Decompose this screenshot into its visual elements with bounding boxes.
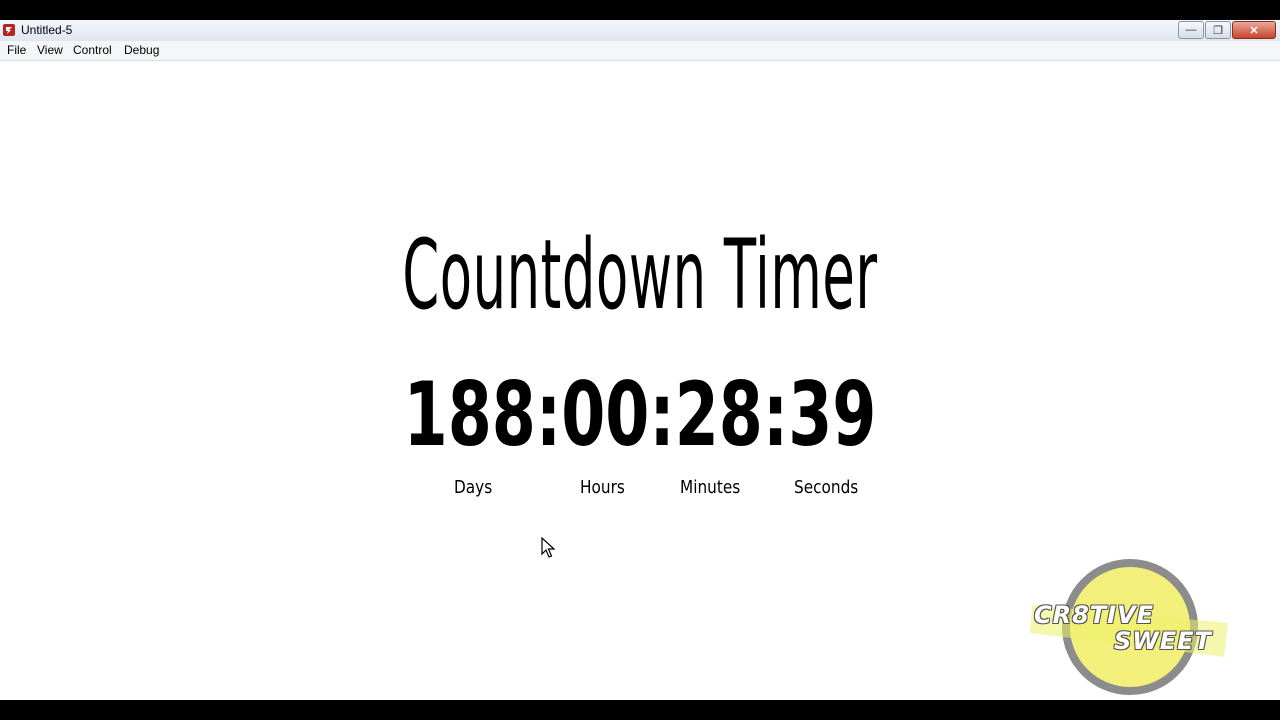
unit-days-label: Days — [454, 477, 493, 498]
minimize-icon: — — [1185, 24, 1197, 36]
bottom-strip — [0, 700, 1280, 720]
logo-text-line2: SWEET — [1114, 627, 1212, 655]
menu-bar: File View Control Debug — [0, 41, 1280, 61]
unit-seconds-label: Seconds — [794, 477, 859, 498]
logo-text-line1: CR8TIVE — [1034, 601, 1155, 629]
countdown-heading: Countdown Timer — [402, 219, 878, 331]
caption-buttons: — ❐ ✕ — [1177, 21, 1276, 39]
menu-control[interactable]: Control — [73, 43, 112, 57]
unit-hours-label: Hours — [580, 477, 625, 498]
mouse-pointer-icon — [541, 537, 555, 558]
close-icon: ✕ — [1249, 24, 1259, 37]
unit-minutes-label: Minutes — [680, 477, 741, 498]
cr8tive-sweet-logo: CR8TIVE SWEET — [1028, 557, 1232, 699]
maximize-button[interactable]: ❐ — [1205, 21, 1231, 39]
flash-stage: Countdown Timer 188:00:28:39 Days Hours … — [2, 61, 1278, 698]
minimize-button[interactable]: — — [1178, 21, 1204, 39]
close-button[interactable]: ✕ — [1232, 21, 1276, 39]
title-bar[interactable]: Untitled-5 — ❐ ✕ — [0, 20, 1280, 42]
menu-view[interactable]: View — [37, 43, 63, 57]
window-title: Untitled-5 — [21, 23, 73, 37]
flash-player-icon — [3, 24, 15, 36]
menu-file[interactable]: File — [7, 43, 26, 57]
maximize-icon: ❐ — [1213, 24, 1223, 37]
flash-player-window: Untitled-5 — ❐ ✕ File View Control Debug… — [0, 20, 1280, 700]
countdown-time: 188:00:28:39 — [403, 363, 877, 466]
menu-debug[interactable]: Debug — [124, 43, 159, 57]
